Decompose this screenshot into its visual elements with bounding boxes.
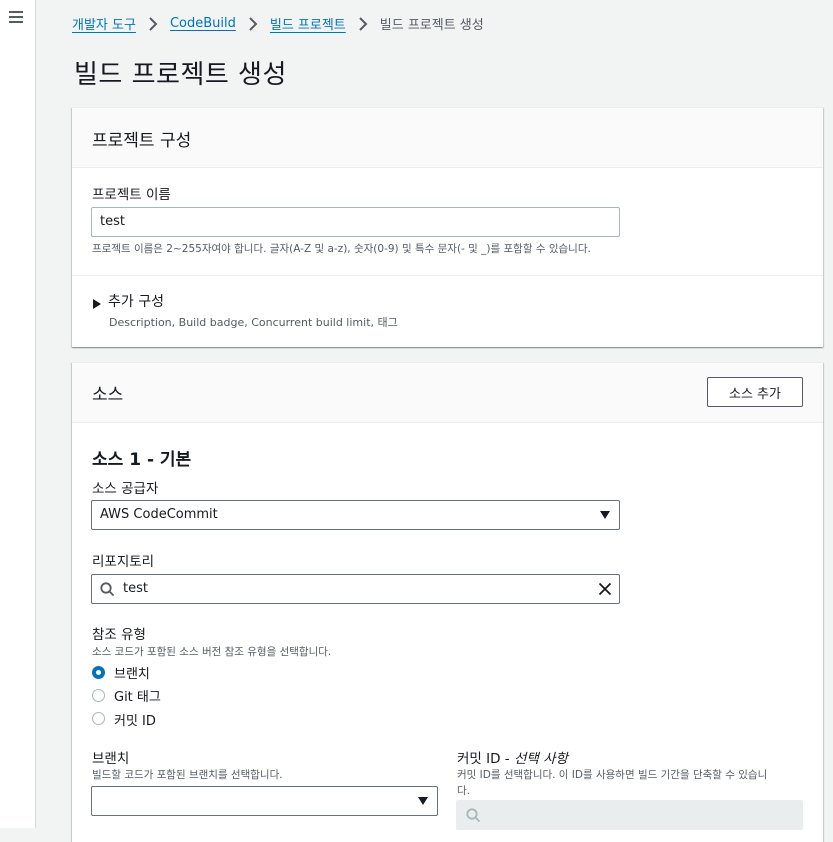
caret-down-icon: [600, 511, 610, 519]
chevron-right-icon: [358, 16, 370, 32]
search-icon: [100, 582, 115, 597]
breadcrumb-current: 빌드 프로젝트 생성: [379, 18, 484, 33]
breadcrumb-build-projects[interactable]: 빌드 프로젝트: [270, 14, 346, 33]
source-provider-value: AWS CodeCommit: [100, 507, 218, 522]
project-name-label: 프로젝트 이름: [92, 187, 171, 203]
repository-search-input[interactable]: test: [91, 574, 620, 604]
menu-icon[interactable]: [9, 11, 23, 23]
breadcrumb-developer-tools[interactable]: 개발자 도구: [72, 14, 136, 33]
commit-id-optional-text: 선택 사항: [513, 751, 568, 767]
project-config-heading: 프로젝트 구성: [92, 131, 192, 151]
project-config-header: 프로젝트 구성: [72, 108, 823, 168]
radio-commit-id-label[interactable]: 커밋 ID: [114, 710, 156, 729]
additional-config-toggle[interactable]: 추가 구성 Description, Build badge, Concurre…: [92, 290, 412, 330]
source-provider-label: 소스 공급자: [92, 481, 159, 497]
commit-id-label: 커밋 ID - 선택 사항: [457, 747, 568, 767]
commit-id-label-text: 커밋 ID -: [457, 751, 514, 767]
project-name-hint: 프로젝트 이름은 2~255자여야 합니다. 글자(A-Z 및 a-z), 숫자…: [92, 243, 591, 255]
caret-down-icon: [418, 797, 428, 805]
source-header: 소스 소스 추가: [72, 363, 823, 423]
radio-branch-label[interactable]: 브랜치: [114, 663, 150, 682]
project-name-input[interactable]: test: [91, 207, 620, 237]
repository-value: test: [123, 581, 148, 596]
caret-right-icon: [93, 299, 101, 309]
breadcrumb: 개발자 도구 CodeBuild 빌드 프로젝트 빌드 프로젝트 생성: [72, 14, 484, 33]
commit-id-desc: 커밋 ID를 선택합니다. 이 ID를 사용하면 빌드 기간을 단축할 수 있습…: [457, 769, 768, 781]
source-panel: 소스 소스 추가 소스 1 - 기본 소스 공급자 AWS CodeCommit…: [72, 362, 823, 842]
divider: [72, 275, 823, 276]
additional-config-desc: Description, Build badge, Concurrent bui…: [109, 316, 398, 329]
side-navigation: [0, 0, 36, 828]
source-heading: 소스: [92, 385, 124, 405]
reference-type-label: 참조 유형: [92, 627, 146, 643]
repository-label: 리포지토리: [92, 554, 155, 570]
radio-commit-id[interactable]: [92, 712, 105, 725]
radio-git-tag[interactable]: [92, 689, 105, 702]
breadcrumb-codebuild[interactable]: CodeBuild: [170, 16, 236, 31]
commit-id-search-input[interactable]: [456, 800, 803, 830]
add-source-button[interactable]: 소스 추가: [707, 377, 803, 407]
radio-branch[interactable]: [92, 666, 105, 679]
branch-select[interactable]: [91, 786, 438, 816]
source-1-heading: 소스 1 - 기본: [92, 450, 192, 470]
search-icon: [466, 808, 481, 823]
commit-id-desc-continued: 다.: [457, 785, 470, 797]
project-config-panel: 프로젝트 구성 프로젝트 이름 test 프로젝트 이름은 2~255자여야 합…: [72, 107, 823, 347]
source-provider-select[interactable]: AWS CodeCommit: [91, 500, 620, 530]
branch-desc: 빌드할 코드가 포함된 브랜치를 선택합니다.: [92, 769, 283, 781]
chevron-right-icon: [248, 16, 260, 32]
branch-label: 브랜치: [92, 751, 130, 767]
reference-type-desc: 소스 코드가 포함된 소스 버전 참조 유형을 선택합니다.: [92, 646, 332, 658]
page-title: 빌드 프로젝트 생성: [74, 60, 287, 90]
additional-config-title: 추가 구성: [108, 294, 164, 310]
chevron-right-icon: [148, 16, 160, 32]
radio-git-tag-label[interactable]: Git 태그: [114, 686, 161, 705]
close-icon[interactable]: [598, 582, 612, 596]
